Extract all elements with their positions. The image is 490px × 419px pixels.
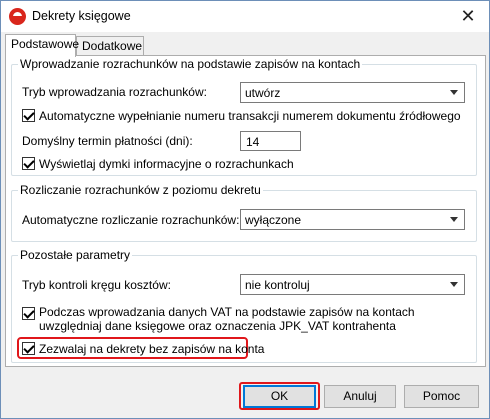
group-other-parameters: Pozostałe parametry Tryb kontroli kręgu … (11, 248, 477, 363)
auto-settle-label: Automatyczne rozliczanie rozrachunków: (22, 213, 240, 227)
cost-control-select[interactable]: nie kontroluj (240, 274, 465, 295)
cost-control-label: Tryb kontroli kręgu kosztów: (22, 278, 171, 292)
allow-empty-decree-checkbox[interactable] (22, 342, 35, 355)
title-bar: Dekrety księgowe ✕ (1, 1, 489, 32)
vat-checkbox[interactable] (22, 307, 35, 320)
group-legend: Pozostałe parametry (18, 248, 133, 262)
chevron-down-icon (450, 282, 458, 287)
chevron-down-icon (450, 217, 458, 222)
close-icon[interactable]: ✕ (453, 5, 483, 29)
due-days-input[interactable]: 14 (240, 131, 301, 151)
dialog-window: Dekrety księgowe ✕ Podstawowe Dodatkowe … (0, 0, 490, 419)
vat-label-line2: uwzględniaj dane księgowe oraz oznaczeni… (39, 319, 396, 333)
tab-panel: Wprowadzanie rozrachunków na podstawie z… (5, 55, 486, 367)
tab-dodatkowe[interactable]: Dodatkowe (76, 36, 144, 56)
window-title: Dekrety księgowe (32, 9, 131, 23)
group-settlement-from-decree: Rozliczanie rozrachunków z poziomu dekre… (11, 183, 477, 242)
help-button[interactable]: Pomoc (404, 385, 479, 408)
group-entry-settlements: Wprowadzanie rozrachunków na podstawie z… (11, 57, 477, 176)
cancel-button[interactable]: Anuluj (324, 385, 396, 408)
mode-select-value: utwórz (245, 86, 281, 100)
auto-settle-select[interactable]: wyłączone (240, 209, 465, 230)
auto-settle-select-value: wyłączone (245, 213, 302, 227)
chevron-down-icon (450, 90, 458, 95)
due-days-value: 14 (246, 135, 260, 149)
mode-select[interactable]: utwórz (240, 82, 465, 103)
tooltips-checkbox[interactable] (22, 157, 35, 170)
tooltips-label: Wyświetlaj dymki informacyjne o rozrachu… (39, 157, 294, 171)
tab-podstawowe[interactable]: Podstawowe (5, 34, 79, 57)
ok-button[interactable]: OK (243, 385, 316, 408)
mode-label: Tryb wprowadzania rozrachunków: (22, 85, 207, 99)
auto-fill-label: Automatyczne wypełnianie numeru transakc… (39, 109, 461, 123)
cost-control-select-value: nie kontroluj (245, 278, 310, 292)
auto-fill-checkbox[interactable] (22, 109, 35, 122)
vat-label-line1: Podczas wprowadzania danych VAT na podst… (39, 305, 415, 319)
group-legend: Rozliczanie rozrachunków z poziomu dekre… (18, 183, 263, 197)
app-logo-icon (9, 8, 26, 25)
due-label: Domyślny termin płatności (dni): (22, 134, 193, 148)
group-legend: Wprowadzanie rozrachunków na podstawie z… (18, 57, 363, 71)
allow-empty-decree-label: Zezwalaj na dekrety bez zapisów na konta (39, 342, 265, 356)
